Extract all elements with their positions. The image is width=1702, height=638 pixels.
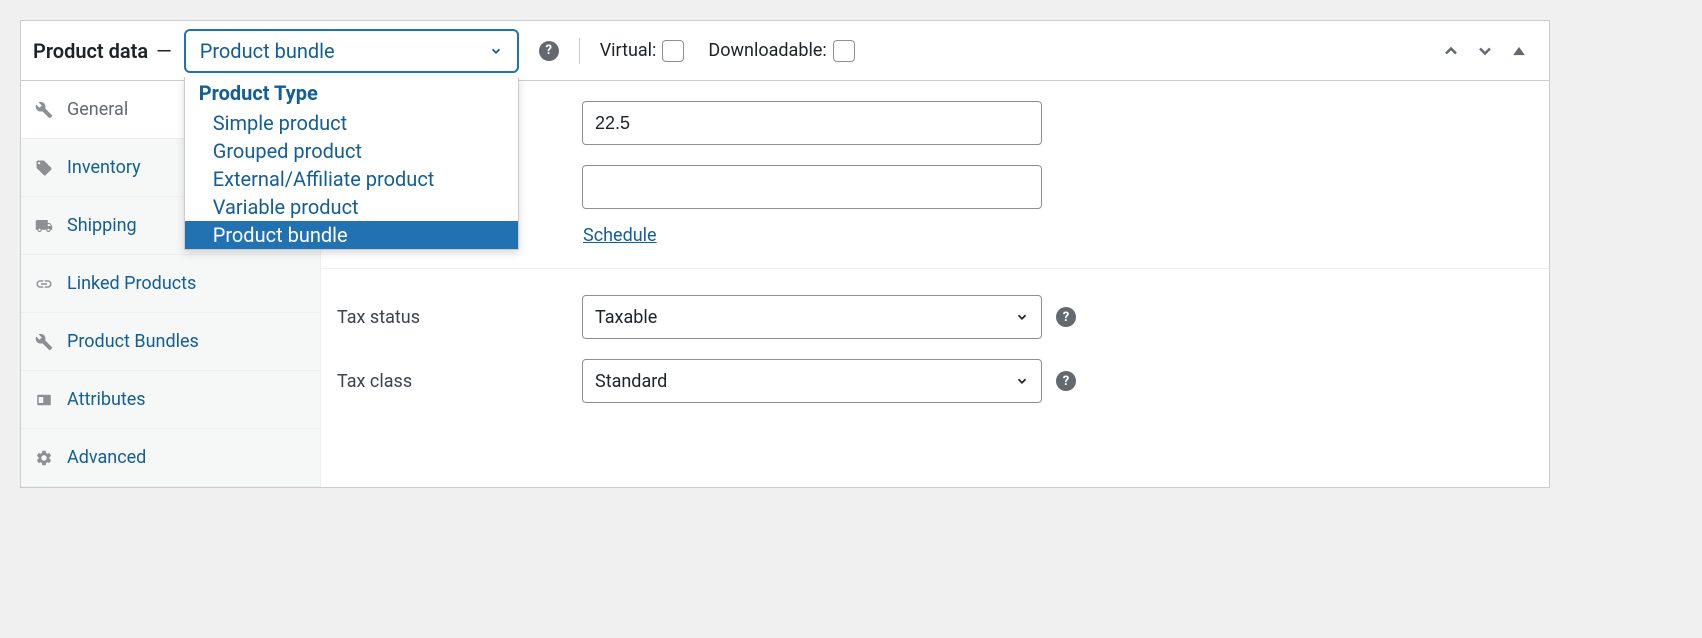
virtual-text: Virtual: [600, 40, 657, 61]
sidebar-tab-advanced[interactable]: Advanced [21, 429, 320, 487]
sale-price-input[interactable] [582, 165, 1042, 209]
tax-status-value: Taxable [595, 307, 657, 328]
sidebar-tab-bundles[interactable]: Product Bundles [21, 313, 320, 371]
product-type-selected: Product bundle [200, 39, 335, 63]
tax-class-value: Standard [595, 371, 667, 392]
help-icon[interactable]: ? [1056, 371, 1076, 391]
downloadable-text: Downloadable: [708, 40, 826, 61]
product-type-selectbox[interactable]: Product bundle [184, 29, 519, 73]
chevron-down-icon [1015, 374, 1029, 388]
sidebar-label-bundles: Product Bundles [67, 331, 199, 352]
gear-icon [35, 449, 53, 467]
tax-class-select[interactable]: Standard [582, 359, 1042, 403]
product-type-dropdown: Product Type Simple product Grouped prod… [184, 77, 519, 250]
virtual-checkbox[interactable] [662, 40, 684, 62]
link-icon [35, 275, 53, 293]
panel-title: Product data [33, 39, 148, 63]
tax-status-label: Tax status [337, 307, 582, 328]
dropdown-item-variable[interactable]: Variable product [185, 193, 518, 221]
title-dash: — [156, 39, 172, 63]
tax-status-row: Tax status Taxable ? [321, 285, 1549, 349]
downloadable-label: Downloadable: [708, 40, 854, 62]
chevron-down-icon[interactable] [1475, 41, 1495, 61]
sidebar-tab-linked[interactable]: Linked Products [21, 255, 320, 313]
sidebar-label-shipping: Shipping [67, 215, 137, 236]
regular-price-input[interactable] [582, 101, 1042, 145]
chevron-up-icon[interactable] [1441, 41, 1461, 61]
chevron-down-icon [1015, 310, 1029, 324]
virtual-label: Virtual: [600, 40, 685, 62]
tag-icon [35, 159, 53, 177]
sidebar-label-linked: Linked Products [67, 273, 196, 294]
dropdown-item-simple[interactable]: Simple product [185, 109, 518, 137]
help-icon[interactable]: ? [539, 41, 559, 61]
sidebar-label-advanced: Advanced [67, 447, 146, 468]
sidebar-tab-attributes[interactable]: Attributes [21, 371, 320, 429]
divider [579, 38, 580, 64]
tax-class-row: Tax class Standard ? [321, 349, 1549, 413]
sidebar-label-attributes: Attributes [67, 389, 146, 410]
panel-header: Product data — Product bundle Product Ty… [21, 21, 1549, 81]
dropdown-heading: Product Type [185, 77, 518, 109]
dropdown-item-bundle[interactable]: Product bundle [185, 221, 518, 249]
triangle-up-icon[interactable] [1509, 41, 1529, 61]
wrench-icon [35, 101, 53, 119]
sidebar-label-general: General [67, 99, 128, 120]
sidebar-label-inventory: Inventory [67, 157, 141, 178]
dropdown-item-grouped[interactable]: Grouped product [185, 137, 518, 165]
truck-icon [35, 217, 53, 235]
section-divider [321, 268, 1549, 269]
dropdown-item-external[interactable]: External/Affiliate product [185, 165, 518, 193]
product-data-panel: Product data — Product bundle Product Ty… [20, 20, 1550, 488]
wrench-icon [35, 333, 53, 351]
panel-controls [1441, 41, 1537, 61]
tax-status-select[interactable]: Taxable [582, 295, 1042, 339]
schedule-link[interactable]: Schedule [583, 225, 657, 246]
panel-icon [35, 391, 53, 409]
help-icon[interactable]: ? [1056, 307, 1076, 327]
product-type-select[interactable]: Product bundle Product Type Simple produ… [184, 29, 519, 73]
chevron-down-icon [489, 44, 503, 58]
downloadable-checkbox[interactable] [833, 40, 855, 62]
tax-class-label: Tax class [337, 371, 582, 392]
